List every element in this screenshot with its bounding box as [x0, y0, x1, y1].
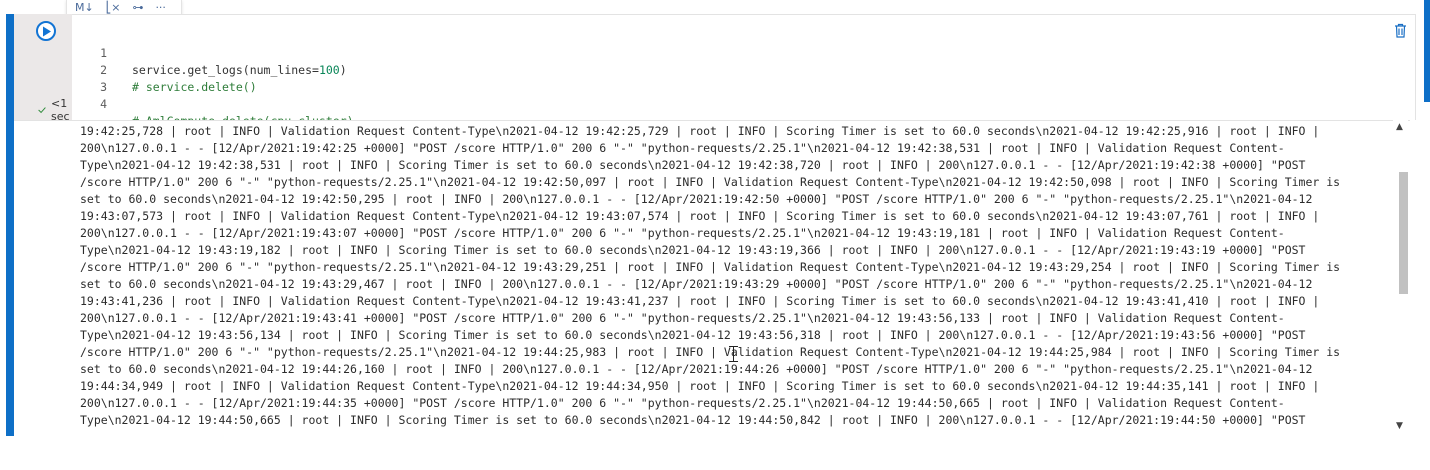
log-line: Type\n2021-04-12 19:42:38,531 | root | I… [80, 158, 1306, 172]
cell-output[interactable]: 19:42:25,728 | root | INFO | Validation … [14, 120, 1410, 437]
play-icon [43, 26, 51, 37]
cell-gutter: <1 sec [14, 14, 75, 123]
log-line: 200\n127.0.0.1 - - [12/Apr/2021:19:43:41… [80, 311, 1285, 325]
log-line: 19:43:07,573 | root | INFO | Validation … [80, 209, 1320, 223]
page-scrollbar-thumb[interactable] [1424, 0, 1430, 102]
code-editor[interactable]: 1 service.get_logs(num_lines=100) 2 # se… [72, 14, 1416, 128]
clear-output-button[interactable]: ⎣× [106, 1, 121, 15]
code-text: # service.delete() [132, 80, 257, 94]
log-line: 200\n127.0.0.1 - - [12/Apr/2021:19:44:35… [80, 396, 1285, 410]
log-line: set to 60.0 seconds\n2021-04-12 19:42:50… [80, 192, 1313, 206]
code-line: 4 # AmlCompute.delete(cpu_cluster) [72, 79, 354, 128]
log-line: set to 60.0 seconds\n2021-04-12 19:44:26… [80, 362, 1313, 376]
scroll-up-arrow-icon[interactable]: ▲ [1396, 122, 1403, 132]
trash-icon [1395, 23, 1406, 38]
run-cell-button[interactable] [36, 21, 56, 41]
delete-cell-button[interactable] [1394, 23, 1407, 42]
active-cell-indicator [6, 14, 14, 436]
text-cursor-bottom [729, 361, 738, 362]
log-line: set to 60.0 seconds\n2021-04-12 19:43:29… [80, 277, 1313, 291]
text-cursor-icon [733, 346, 734, 362]
log-line: /score HTTP/1.0" 200 6 "-" "python-reque… [80, 260, 1341, 274]
markdown-toggle-button[interactable]: M↓ [75, 1, 94, 15]
log-line: 19:42:25,728 | root | INFO | Validation … [80, 124, 1320, 138]
text-cursor-top [729, 346, 738, 347]
code-line: 3 [72, 62, 114, 94]
line-number: 4 [100, 97, 107, 111]
log-line: /score HTTP/1.0" 200 6 "-" "python-reque… [80, 175, 1341, 189]
log-line: 19:44:34,949 | root | INFO | Validation … [80, 379, 1320, 393]
log-line: 19:43:41,236 | root | INFO | Validation … [80, 294, 1320, 308]
log-line: Type\n2021-04-12 19:43:56,134 | root | I… [80, 328, 1306, 342]
code-line: 1 service.get_logs(num_lines=100) [72, 28, 347, 77]
more-actions-button[interactable]: ··· [155, 1, 166, 15]
output-scrollbar-thumb[interactable] [1399, 172, 1408, 294]
code-text: service.get_logs(num_lines=100) [132, 63, 347, 77]
log-line: 200\n127.0.0.1 - - [12/Apr/2021:19:43:07… [80, 226, 1285, 240]
log-line: Type\n2021-04-12 19:43:19,182 | root | I… [80, 243, 1306, 257]
log-line: 200\n127.0.0.1 - - [12/Apr/2021:19:42:25… [80, 141, 1285, 155]
notebook-cell: <1 sec 1 service.get_logs(num_lines=100)… [6, 14, 1416, 437]
scroll-down-arrow-icon[interactable]: ▼ [1396, 421, 1403, 431]
log-line: Type\n2021-04-12 19:44:50,665 | root | I… [80, 413, 1306, 427]
split-cell-button[interactable]: ⊶ [132, 1, 143, 15]
log-output-text: 19:42:25,728 | root | INFO | Validation … [80, 123, 1390, 429]
code-line: 2 # service.delete() [72, 45, 257, 94]
execution-status: <1 sec [38, 97, 75, 123]
checkmark-icon [38, 107, 46, 114]
